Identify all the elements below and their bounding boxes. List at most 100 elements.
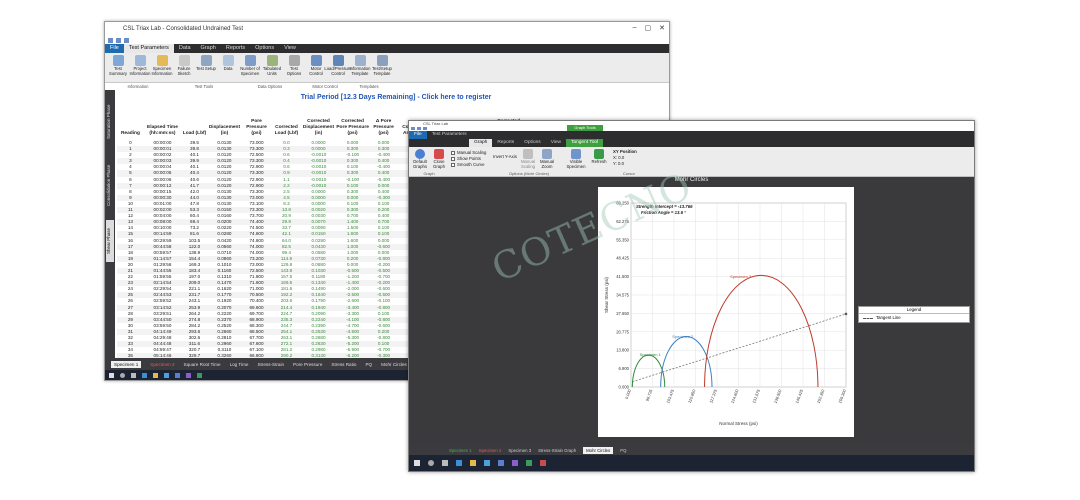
menu-graph[interactable]: Graph [196,44,221,53]
tabulated-units-button[interactable]: Tabulated Units [261,55,283,76]
minimize-icon[interactable]: – [633,24,637,32]
menu-view[interactable]: View [279,44,301,53]
app-icon[interactable] [526,460,532,466]
tab-mohr-circles[interactable]: Mohr Circles [583,446,614,454]
tab-specimen-2[interactable]: Specimen 2 [150,362,174,367]
checkbox-icon [451,162,455,167]
menu-reports[interactable]: Reports [221,44,250,53]
manual-scaling-checkbox[interactable]: Manual Scaling [451,150,486,155]
refresh-button[interactable]: Refresh [591,149,607,165]
edge-icon[interactable] [456,460,462,466]
tab-square-root-time[interactable]: Square Root Time [184,362,221,367]
print-icon[interactable] [124,37,129,43]
visual-studio-icon[interactable] [512,460,518,466]
print-icon[interactable] [423,127,427,130]
y-position-value: Y: 0.0 [613,161,624,166]
y-tick-label: 0.000 [619,385,630,390]
folder-icon[interactable] [153,372,158,378]
information-template-button[interactable]: Information Template [349,55,371,76]
load-pressure-control-button[interactable]: Load/Pressure Control [324,55,352,76]
default-graphs-button[interactable]: Default Graphs [412,149,428,169]
number-icon [244,55,256,66]
menu-graph[interactable]: Graph [469,139,493,147]
data-button[interactable]: Data [217,55,239,72]
menu-view[interactable]: View [546,139,566,147]
tab-shear-phase[interactable]: Shear Phase [106,220,114,262]
tab-stress-strain-graph[interactable]: Stress-Strain Graph [538,448,576,453]
tab-log-time[interactable]: Log Time [230,362,249,367]
open-icon[interactable] [417,127,421,130]
x-tick-label: 103.475 [665,388,675,404]
ribbon: Test Summary Project Information Specime… [105,53,669,83]
start-icon[interactable] [414,460,420,466]
test-setup-button[interactable]: Test Setup [195,55,217,72]
y-tick-label: 69.250 [616,201,629,206]
open-icon[interactable] [116,37,121,43]
tab-stress-strain[interactable]: Stress-Strain [257,362,284,367]
save-icon[interactable] [411,127,415,130]
task-view-icon[interactable] [442,460,448,466]
tab-pq[interactable]: PQ [620,448,626,453]
setup-icon [200,55,212,66]
maximize-icon[interactable]: ▢ [645,24,652,32]
folder-icon[interactable] [470,460,476,466]
close-icon[interactable]: ✕ [659,24,665,32]
app-icon[interactable] [540,460,546,466]
summary-icon [112,55,124,66]
save-icon[interactable] [108,37,113,43]
menu-tangent-tool[interactable]: Tangent Tool [566,139,604,147]
tab-stress-ratio[interactable]: Stress Ratio [331,362,356,367]
trial-banner[interactable]: Trial Period [12.3 Days Remaining] - Cli… [123,92,669,104]
test-options-button[interactable]: Test Options [283,55,305,76]
specimen-information-button[interactable]: Specimen Information [151,55,173,76]
app-icon[interactable] [197,372,202,378]
task-view-icon[interactable] [131,372,136,378]
store-icon[interactable] [484,460,490,466]
start-icon[interactable] [109,372,114,378]
visible-specimen-button[interactable]: Visible Specimen [565,149,587,169]
mail-icon[interactable] [175,372,180,378]
menu-test-parameters[interactable]: Test Parameters [427,131,472,139]
project-information-button[interactable]: Project Information [129,55,151,76]
tab-specimen-1[interactable]: Specimen 1 [449,448,472,453]
number-of-specimen-button[interactable]: Number of Specimen [239,55,261,76]
refresh-circle-icon [415,149,425,159]
store-icon[interactable] [164,372,169,378]
menu-data[interactable]: Data [174,44,196,53]
close-graph-button[interactable]: Close Graph [431,149,447,169]
manual-zoom-button[interactable]: Manual Zoom [538,149,556,169]
manual-scaling-button[interactable]: Manual Scaling [519,149,537,169]
group-label: Test Tools [194,84,214,89]
menu-reports[interactable]: Reports [492,139,519,147]
tab-specimen-2[interactable]: Specimen 2 [479,448,502,453]
test-summary-button[interactable]: Test Summary [107,55,129,76]
tab-consolidation-phase[interactable]: Consolidation Phase [106,154,114,216]
menu-file[interactable]: File [105,44,124,53]
menu-file[interactable]: File [409,131,427,139]
tab-specimen-3[interactable]: Specimen 3 [508,448,531,453]
edge-icon[interactable] [142,372,147,378]
y-tick-label: 6.900 [619,366,630,371]
failure-sketch-button[interactable]: Failure Sketch [173,55,195,76]
tab-specimen-1[interactable]: Specimen 1 [111,360,142,368]
show-points-checkbox[interactable]: Show Points [451,156,481,161]
test-setup-template-button[interactable]: Test/Setup Template [371,55,393,76]
x-tick-label: 96.725 [645,388,654,402]
visual-studio-icon[interactable] [186,372,191,378]
menu-options[interactable]: Options [519,139,546,147]
search-icon[interactable] [120,372,125,378]
mohr-chart[interactable]: 0.000 6.900 13.800 20.775 27.650 34.575 41.500… [598,187,854,437]
menu-test-parameters[interactable]: Test Parameters [123,44,174,53]
mohr-chart-panel[interactable]: 0.000 6.900 13.800 20.775 27.650 34.575 41.500… [598,187,854,437]
project-icon [134,55,146,66]
invert-y-axis-button[interactable]: Invert Y-Axis [491,154,519,160]
tab-saturation-phase[interactable]: Saturation Phase [106,94,114,150]
bottom-tabs: Specimen 1 Specimen 2 Specimen 3 Stress-… [409,445,974,455]
search-icon[interactable] [428,460,434,466]
smooth-curve-checkbox[interactable]: Smooth Curve [451,162,484,167]
menu-options[interactable]: Options [250,44,279,53]
tab-pq[interactable]: PQ [365,362,372,367]
tab-mohr-circles[interactable]: Mohr Circles [381,362,407,367]
tab-pore-pressure[interactable]: Pore Pressure [293,362,322,367]
mail-icon[interactable] [498,460,504,466]
